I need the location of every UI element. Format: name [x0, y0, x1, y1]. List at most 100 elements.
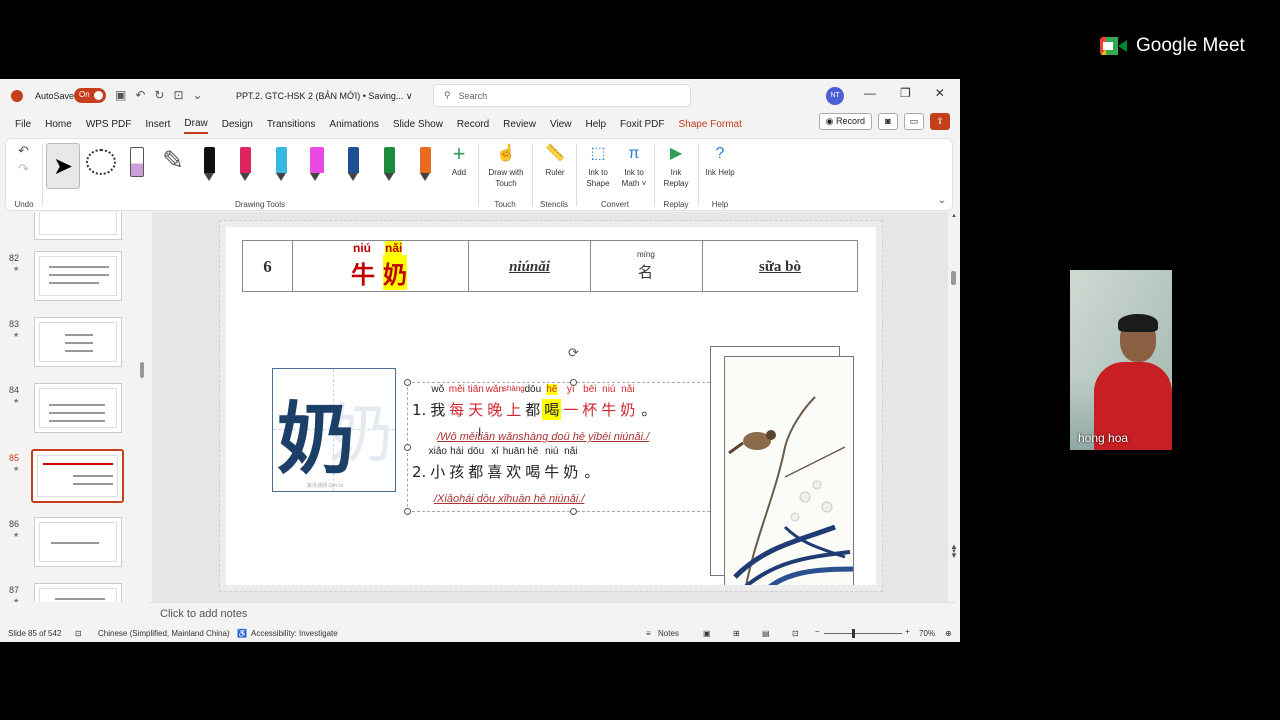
- tab-draw[interactable]: Draw: [184, 115, 208, 134]
- tab-help[interactable]: Help: [585, 116, 606, 133]
- tab-slide-show[interactable]: Slide Show: [393, 116, 443, 133]
- search-box[interactable]: ⚲ Search: [433, 84, 691, 107]
- customize-qat-icon[interactable]: ⌄: [193, 88, 203, 102]
- rotate-handle-icon[interactable]: ⟳: [568, 345, 579, 361]
- zoom-slider[interactable]: [824, 633, 902, 634]
- zoom-level[interactable]: 70%: [919, 629, 935, 638]
- tab-foxit-pdf[interactable]: Foxit PDF: [620, 116, 664, 133]
- draw-with-touch-button[interactable]: ☝ Draw with Touch: [482, 143, 530, 189]
- tab-review[interactable]: Review: [503, 116, 536, 133]
- pen-tool-5[interactable]: [372, 143, 406, 189]
- pen-tool-3[interactable]: [264, 143, 298, 189]
- ruler-button[interactable]: 📏 Ruler: [540, 143, 570, 178]
- hanzi-glyph: 都: [468, 463, 484, 481]
- tab-wps-pdf[interactable]: WPS PDF: [86, 116, 132, 133]
- select-tool[interactable]: ➤: [46, 143, 80, 189]
- highlighter-tool[interactable]: [300, 143, 334, 189]
- save-icon[interactable]: ▣: [115, 88, 126, 102]
- camera-icon[interactable]: ◙: [878, 113, 898, 130]
- present-icon[interactable]: ⊡: [173, 88, 183, 102]
- pos-hanzi: 名: [638, 264, 654, 281]
- redo-icon[interactable]: ↻: [154, 88, 164, 102]
- help-group-label: Help: [711, 200, 729, 209]
- drawing-tools-label: Drawing Tools: [234, 200, 286, 209]
- user-avatar[interactable]: NT: [826, 87, 844, 105]
- tab-design[interactable]: Design: [222, 116, 253, 133]
- resize-handle[interactable]: [404, 444, 411, 451]
- share-icon[interactable]: ⇪: [930, 113, 950, 130]
- lasso-tool[interactable]: [84, 143, 118, 189]
- tab-view[interactable]: View: [550, 116, 572, 133]
- tab-animations[interactable]: Animations: [329, 116, 378, 133]
- draw-ribbon: ↶ ↷ Undo ➤ ✎ + Add Drawing Tools ☝ Draw …: [5, 138, 953, 211]
- thumbnails-scrollbar[interactable]: [140, 362, 144, 378]
- tab-record[interactable]: Record: [457, 116, 489, 133]
- hanzi-char: hē 喝: [523, 446, 542, 482]
- hanzi-char: tiān 天: [466, 384, 485, 420]
- notes-button[interactable]: Notes: [658, 629, 679, 638]
- zoom-out-button[interactable]: −: [815, 627, 820, 636]
- hanzi-char: nǎi 奶: [618, 384, 637, 420]
- drawing-tools-group: ➤ ✎ + Add Drawing Tools: [42, 139, 478, 212]
- redo-icon[interactable]: ↷: [18, 161, 29, 177]
- ink-replay-button[interactable]: ▶ Ink Replay: [660, 143, 692, 189]
- reading-view-icon[interactable]: ▤: [762, 629, 770, 638]
- tab-insert[interactable]: Insert: [145, 116, 170, 133]
- resize-handle[interactable]: [570, 508, 577, 515]
- zoom-slider-thumb[interactable]: [852, 629, 855, 638]
- pinyin-annotation: niú: [545, 446, 559, 457]
- accessibility-icon[interactable]: ♿: [237, 629, 247, 638]
- slide-sorter-icon[interactable]: ⊞: [733, 629, 740, 638]
- ink-to-math-label: Ink to Math ˅: [621, 168, 647, 188]
- autosave-toggle[interactable]: On: [74, 88, 106, 103]
- minimize-button[interactable]: —: [864, 86, 876, 100]
- eraser-tool[interactable]: [120, 143, 154, 189]
- ink-to-shape-button[interactable]: ⬚ Ink to Shape: [582, 143, 614, 189]
- slide-vertical-scrollbar[interactable]: ▲ ▼: [950, 213, 957, 593]
- pen-orange-icon: [419, 147, 431, 181]
- google-meet-label: Google Meet: [1136, 35, 1245, 56]
- tab-shape-format[interactable]: Shape Format: [679, 116, 742, 133]
- pointer-icon: ➤: [52, 153, 74, 180]
- undo-icon[interactable]: ↶: [18, 143, 29, 159]
- ink-to-math-button[interactable]: π Ink to Math ˅: [616, 143, 652, 189]
- normal-view-icon[interactable]: ▣: [703, 629, 711, 638]
- vocab-table-row: 6 niú nǎi 牛 奶 niúnǎi míng 名 sữa bò: [242, 240, 858, 292]
- undo-icon[interactable]: ↶: [135, 88, 145, 102]
- pen-tool-2[interactable]: [228, 143, 262, 189]
- slide-thumbnails-panel: 82 ★ 83 ★ 84 ★ 85 ★ 86 ★ 87 ★: [0, 212, 150, 602]
- close-button[interactable]: ✕: [935, 86, 945, 100]
- slide-85[interactable]: 6 niú nǎi 牛 奶 niúnǎi míng 名 sữa bò 奶 奶 紫…: [219, 220, 883, 592]
- document-title[interactable]: PPT.2. GTC-HSK 2 (BẢN MỚI) • Saving... ∨: [236, 91, 413, 102]
- pen-tool-4[interactable]: [336, 143, 370, 189]
- resize-handle[interactable]: [404, 379, 411, 386]
- tab-file[interactable]: File: [15, 116, 31, 133]
- tab-transitions[interactable]: Transitions: [267, 116, 316, 133]
- zoom-in-button[interactable]: +: [905, 627, 910, 636]
- restore-button[interactable]: ❐: [900, 86, 911, 100]
- tab-home[interactable]: Home: [45, 116, 72, 133]
- notes-placeholder: Click to add notes: [160, 608, 248, 620]
- thumbnail-number: 85: [9, 453, 20, 463]
- participant-video-tile[interactable]: hong hoa: [1070, 270, 1172, 450]
- comments-icon[interactable]: ▭: [904, 113, 924, 130]
- hanzi-char: wǒ 我: [428, 384, 447, 420]
- fit-to-window-icon[interactable]: ⊕: [945, 629, 952, 638]
- pen-tool-1[interactable]: [192, 143, 226, 189]
- hanzi-glyph: 牛: [544, 463, 560, 481]
- notes-icon[interactable]: ≡: [646, 629, 651, 638]
- pen-tool-6[interactable]: [408, 143, 442, 189]
- resize-handle[interactable]: [404, 508, 411, 515]
- ink-help-button[interactable]: ? Ink Help: [704, 143, 736, 178]
- language-indicator[interactable]: Chinese (Simplified, Mainland China): [98, 629, 230, 638]
- pencil-tool[interactable]: ✎: [156, 143, 190, 189]
- slideshow-icon[interactable]: ⊡: [792, 629, 799, 638]
- meaning-vietnamese: sữa bò: [759, 259, 801, 275]
- collapse-ribbon-icon[interactable]: ⌄: [938, 195, 946, 206]
- accessibility-status[interactable]: Accessibility: Investigate: [251, 629, 338, 638]
- spell-check-icon[interactable]: ⊡: [75, 629, 82, 638]
- hanzi-glyph: 每: [449, 401, 465, 419]
- record-button[interactable]: ◉ Record: [818, 113, 872, 130]
- notes-pane[interactable]: Click to add notes: [150, 602, 955, 624]
- add-pen-button[interactable]: + Add: [444, 143, 474, 178]
